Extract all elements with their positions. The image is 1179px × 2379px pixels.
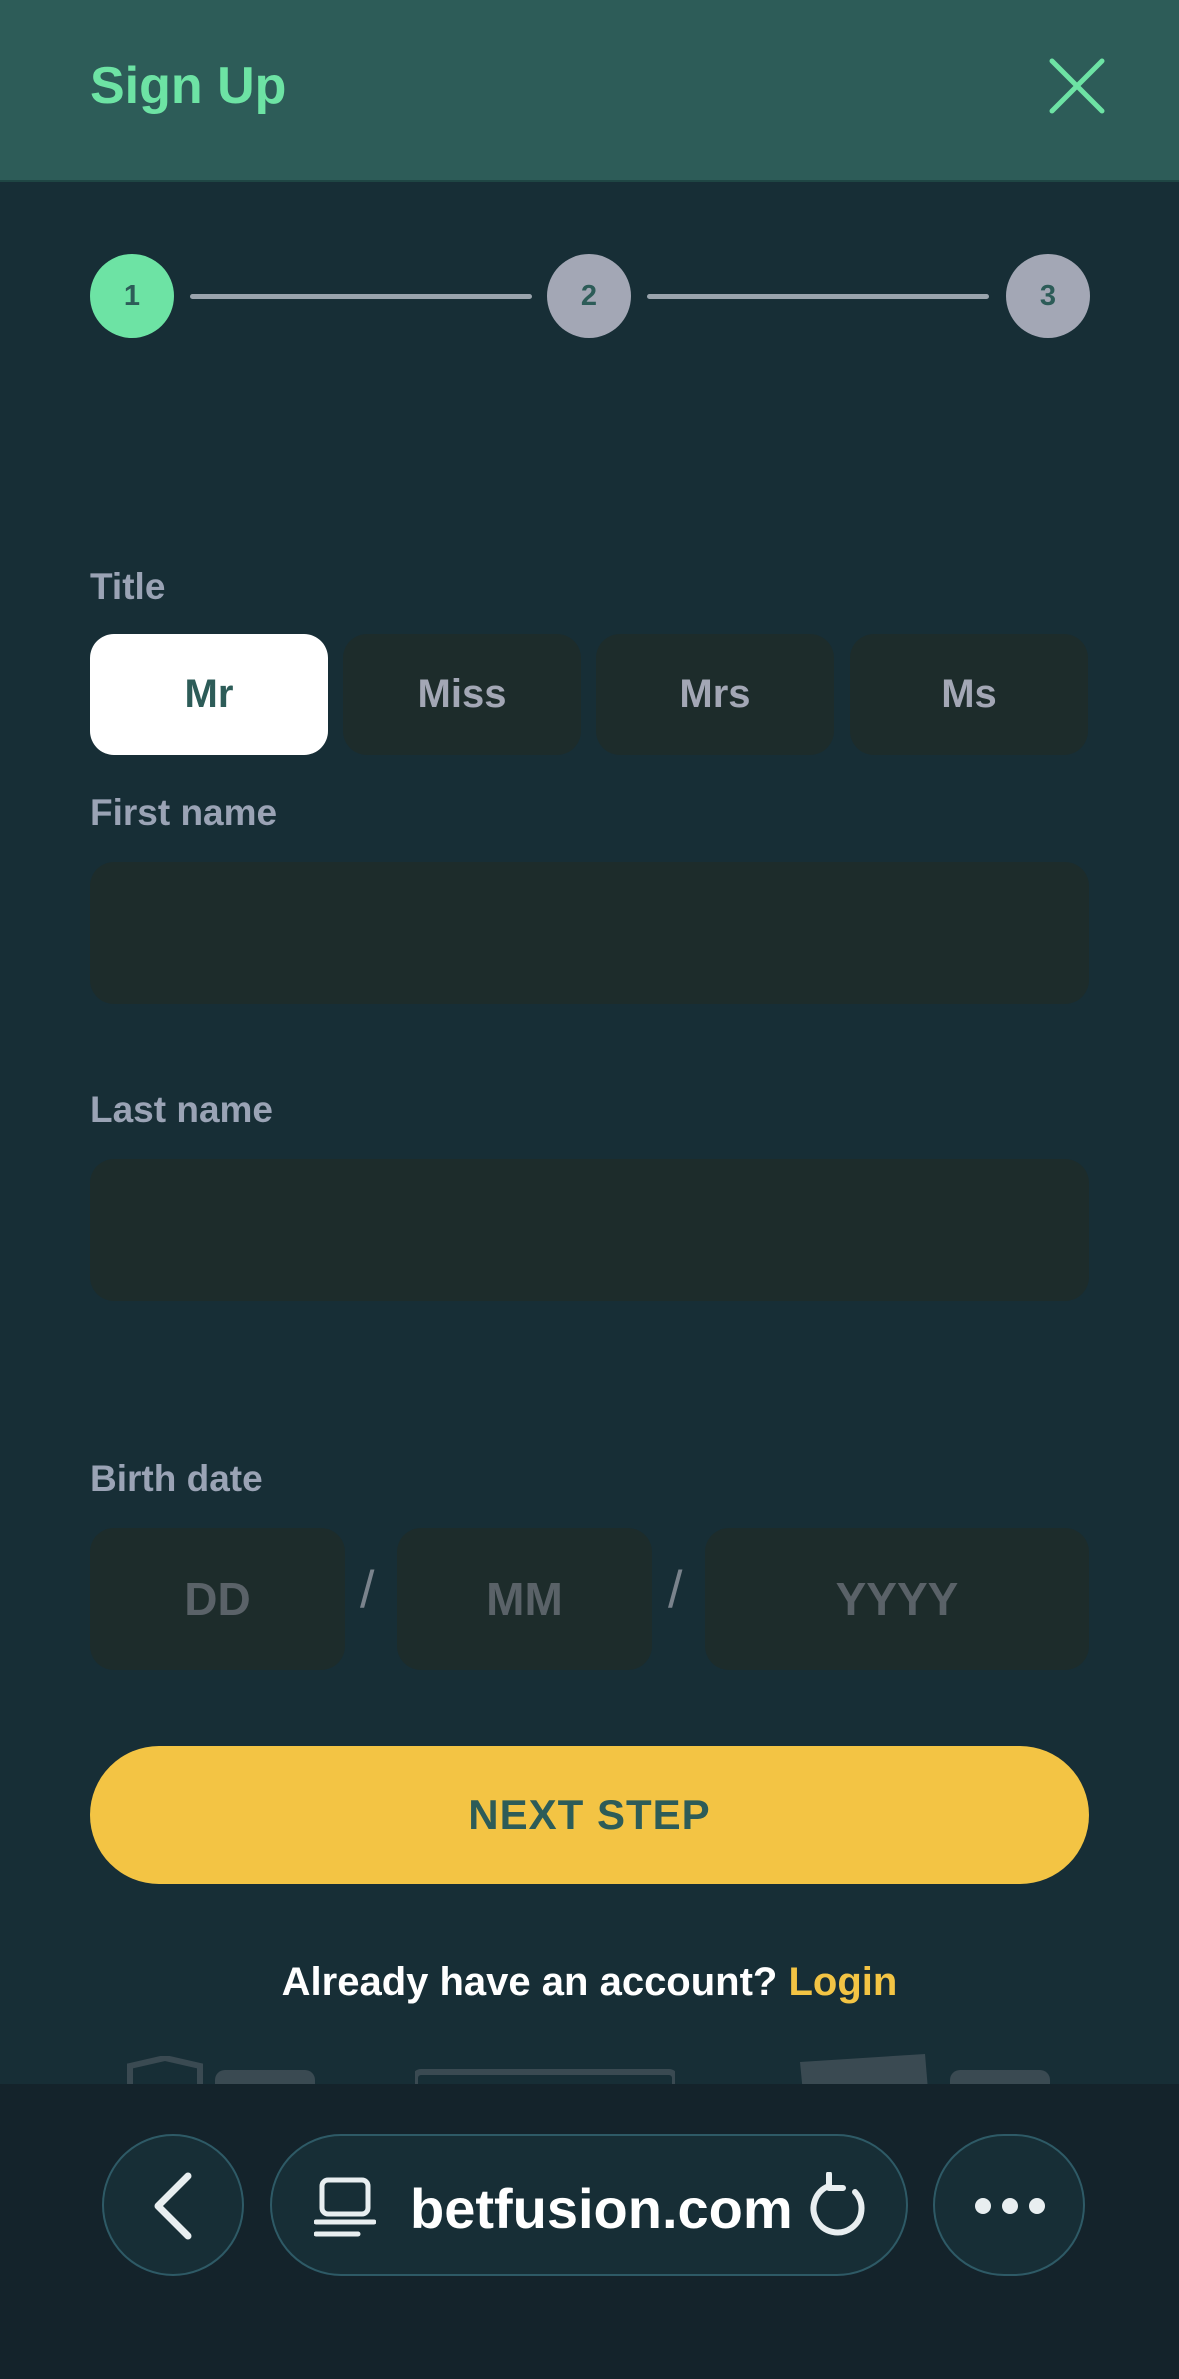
birth-year-field[interactable]: [705, 1528, 1089, 1670]
step-2: 2: [547, 254, 631, 338]
step-1: 1: [90, 254, 174, 338]
login-prompt: Already have an account? Login: [0, 1960, 1179, 2005]
dss-badge-icon: [800, 2054, 1050, 2085]
first-name-field[interactable]: [90, 862, 1089, 1004]
login-prompt-text: Already have an account?: [281, 1960, 778, 2004]
first-name-label: First name: [90, 792, 278, 833]
birth-day-field[interactable]: [90, 1528, 345, 1670]
step-connector: [190, 294, 532, 299]
more-dots-icon: [975, 2198, 1045, 2214]
gambling-badge-icon: [415, 2069, 675, 2085]
close-button[interactable]: [1046, 55, 1108, 117]
login-link[interactable]: Login: [789, 1960, 898, 2004]
birth-date-label: Birth date: [90, 1458, 263, 1499]
title-option-miss[interactable]: Miss: [343, 634, 581, 755]
next-step-button[interactable]: NEXT STEP: [90, 1746, 1089, 1884]
close-icon: [1049, 58, 1105, 114]
title-option-ms[interactable]: Ms: [850, 634, 1088, 755]
last-name-label: Last name: [90, 1089, 274, 1130]
browser-back-button[interactable]: [102, 2134, 244, 2276]
reload-icon[interactable]: [807, 2172, 871, 2242]
step-3: 3: [1006, 254, 1090, 338]
step-connector: [647, 294, 989, 299]
title-option-mr[interactable]: Mr: [90, 634, 328, 755]
browser-toolbar: betfusion.com: [0, 2084, 1179, 2379]
back-chevron-icon: [154, 2172, 192, 2240]
page-title: Sign Up: [90, 57, 287, 115]
trust-badges: [0, 2050, 1179, 2085]
title-option-mrs[interactable]: Mrs: [596, 634, 834, 755]
ssl-badge-icon: [127, 2056, 315, 2085]
date-separator: /: [668, 1561, 683, 1619]
title-label: Title: [90, 566, 166, 607]
url-text: betfusion.com: [410, 2177, 793, 2240]
modal-header: Sign Up: [0, 0, 1179, 182]
birth-month-field[interactable]: [397, 1528, 652, 1670]
browser-more-button[interactable]: [933, 2134, 1085, 2276]
last-name-field[interactable]: [90, 1159, 1089, 1301]
address-bar[interactable]: betfusion.com: [270, 2134, 908, 2276]
reader-mode-icon: [314, 2177, 376, 2237]
date-separator: /: [360, 1561, 375, 1619]
step-progress: 1 2 3: [90, 254, 1090, 340]
